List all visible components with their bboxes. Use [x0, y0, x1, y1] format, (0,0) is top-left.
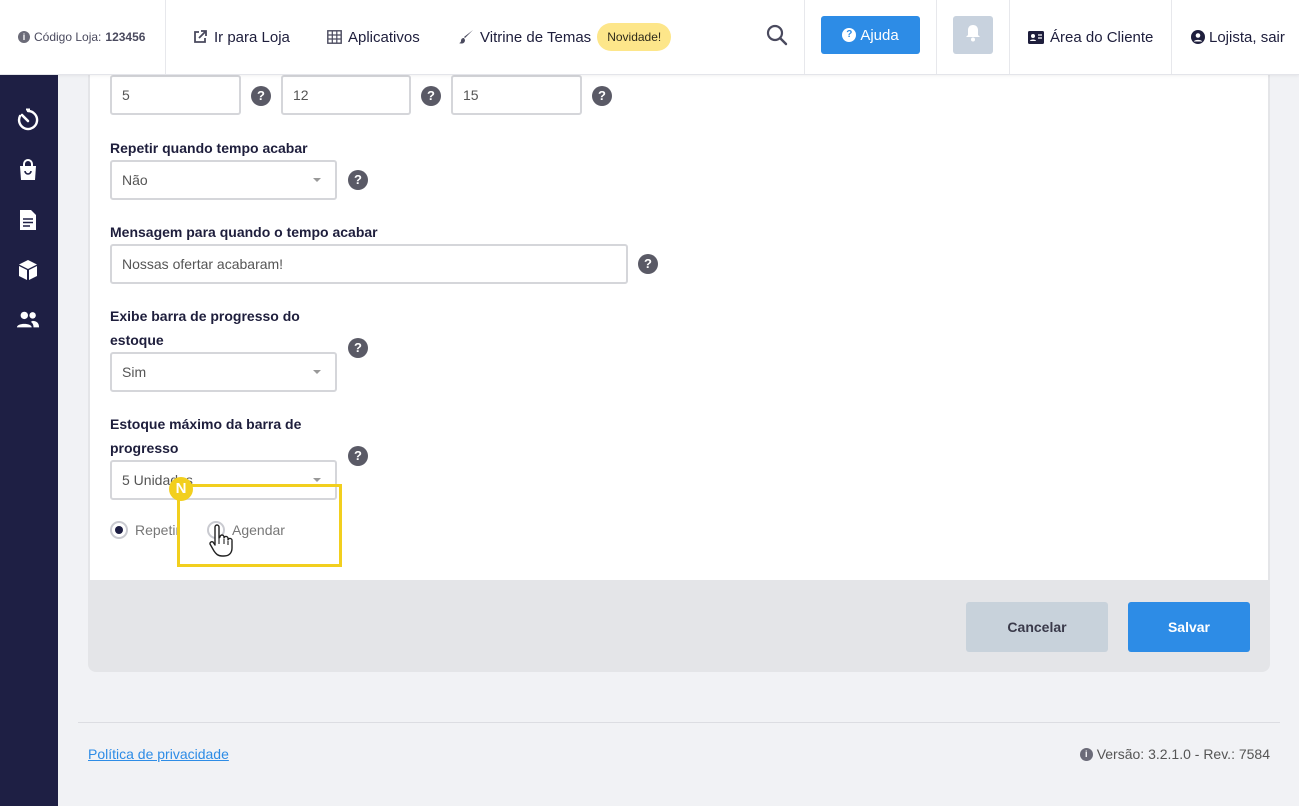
search-button[interactable]	[766, 0, 788, 74]
brush-icon	[458, 29, 474, 45]
help-circle-icon: ?	[842, 28, 857, 42]
store-code: i Código Loja: 123456	[18, 0, 145, 74]
caret-down-icon	[313, 370, 321, 374]
help-tooltip-icon[interactable]: ?	[421, 86, 441, 106]
info-icon: i	[1079, 747, 1093, 761]
divider	[165, 0, 166, 74]
message-input-value: Nossas ofertar acabaram!	[122, 256, 284, 272]
progress-select[interactable]: Sim	[110, 352, 337, 392]
version-info: i Versão: 3.2.1.0 - Rev.: 7584	[1079, 746, 1270, 762]
time-input-1-value: 5	[122, 87, 130, 103]
footer-divider	[78, 722, 1280, 723]
highlight-box	[177, 484, 342, 567]
repeat-select-value: Não	[122, 172, 148, 188]
client-area-label: Área do Cliente	[1050, 28, 1154, 46]
max-stock-label-line2: progresso	[110, 440, 179, 456]
radio-dot	[115, 526, 123, 534]
divider	[936, 0, 937, 74]
user-circle-icon	[1190, 29, 1206, 45]
caret-down-icon	[313, 178, 321, 182]
client-area-link[interactable]: Área do Cliente	[1028, 0, 1153, 74]
privacy-policy-link[interactable]: Política de privacidade	[88, 746, 229, 762]
help-tooltip-icon[interactable]: ?	[348, 170, 368, 190]
time-input-1[interactable]: 5	[110, 75, 241, 115]
hand-cursor-icon	[208, 524, 234, 558]
time-input-2[interactable]: 12	[281, 75, 411, 115]
help-tooltip-icon[interactable]: ?	[638, 254, 658, 274]
timer-icon[interactable]	[16, 108, 40, 132]
logout-link[interactable]: Lojista, sair	[1190, 0, 1285, 74]
logout-label: Lojista, sair	[1209, 28, 1285, 46]
grid-icon	[326, 29, 342, 45]
external-link-icon	[192, 29, 208, 45]
help-tooltip-icon[interactable]: ?	[592, 86, 612, 106]
time-input-3-value: 15	[463, 87, 479, 103]
themes-link[interactable]: Vitrine de Temas Novidade!	[458, 0, 672, 74]
users-icon[interactable]	[16, 308, 40, 332]
new-badge: Novidade!	[597, 23, 672, 51]
message-input[interactable]: Nossas ofertar acabaram!	[110, 244, 628, 284]
shopping-bag-icon[interactable]	[16, 158, 40, 182]
repeat-select[interactable]: Não	[110, 160, 337, 200]
progress-label-line1: Exibe barra de progresso do	[110, 308, 300, 324]
top-bar: i Código Loja: 123456 Ir para Loja Aplic…	[0, 0, 1299, 75]
divider	[1171, 0, 1172, 74]
notifications-button[interactable]	[953, 16, 993, 54]
store-code-value: 123456	[105, 30, 146, 44]
highlight-badge: N	[169, 477, 193, 501]
caret-down-icon	[313, 478, 321, 482]
save-button[interactable]: Salvar	[1128, 602, 1250, 652]
id-card-icon	[1028, 29, 1044, 45]
box-icon[interactable]	[16, 258, 40, 282]
help-tooltip-icon[interactable]: ?	[251, 86, 271, 106]
help-tooltip-icon[interactable]: ?	[348, 338, 368, 358]
time-input-2-value: 12	[293, 87, 309, 103]
repeat-label: Repetir quando tempo acabar	[110, 140, 308, 156]
help-label: Ajuda	[860, 26, 899, 44]
apps-link[interactable]: Aplicativos	[326, 0, 420, 74]
go-to-store-label: Ir para Loja	[214, 28, 290, 46]
radio-repeat-label: Repetir	[135, 522, 181, 538]
document-icon[interactable]	[16, 208, 40, 232]
apps-label: Aplicativos	[348, 28, 420, 46]
divider	[804, 0, 805, 74]
version-text: Versão: 3.2.1.0 - Rev.: 7584	[1096, 746, 1270, 762]
progress-select-value: Sim	[122, 364, 147, 380]
bell-icon	[965, 24, 981, 47]
progress-label-line2: estoque	[110, 332, 164, 348]
message-label: Mensagem para quando o tempo acabar	[110, 224, 378, 240]
help-tooltip-icon[interactable]: ?	[348, 446, 368, 466]
max-stock-label-line1: Estoque máximo da barra de	[110, 416, 302, 432]
radio-repeat[interactable]: Repetir	[110, 519, 180, 541]
divider	[1009, 0, 1010, 74]
store-code-label: Código Loja:	[34, 30, 102, 44]
cancel-button[interactable]: Cancelar	[966, 602, 1108, 652]
sidebar	[0, 75, 58, 806]
radio-button-checked[interactable]	[110, 521, 128, 539]
help-button[interactable]: ? Ajuda	[821, 16, 920, 54]
search-icon	[766, 24, 788, 50]
themes-label: Vitrine de Temas	[480, 28, 592, 46]
time-input-3[interactable]: 15	[451, 75, 582, 115]
info-icon: i	[18, 31, 30, 43]
go-to-store-link[interactable]: Ir para Loja	[192, 0, 290, 74]
